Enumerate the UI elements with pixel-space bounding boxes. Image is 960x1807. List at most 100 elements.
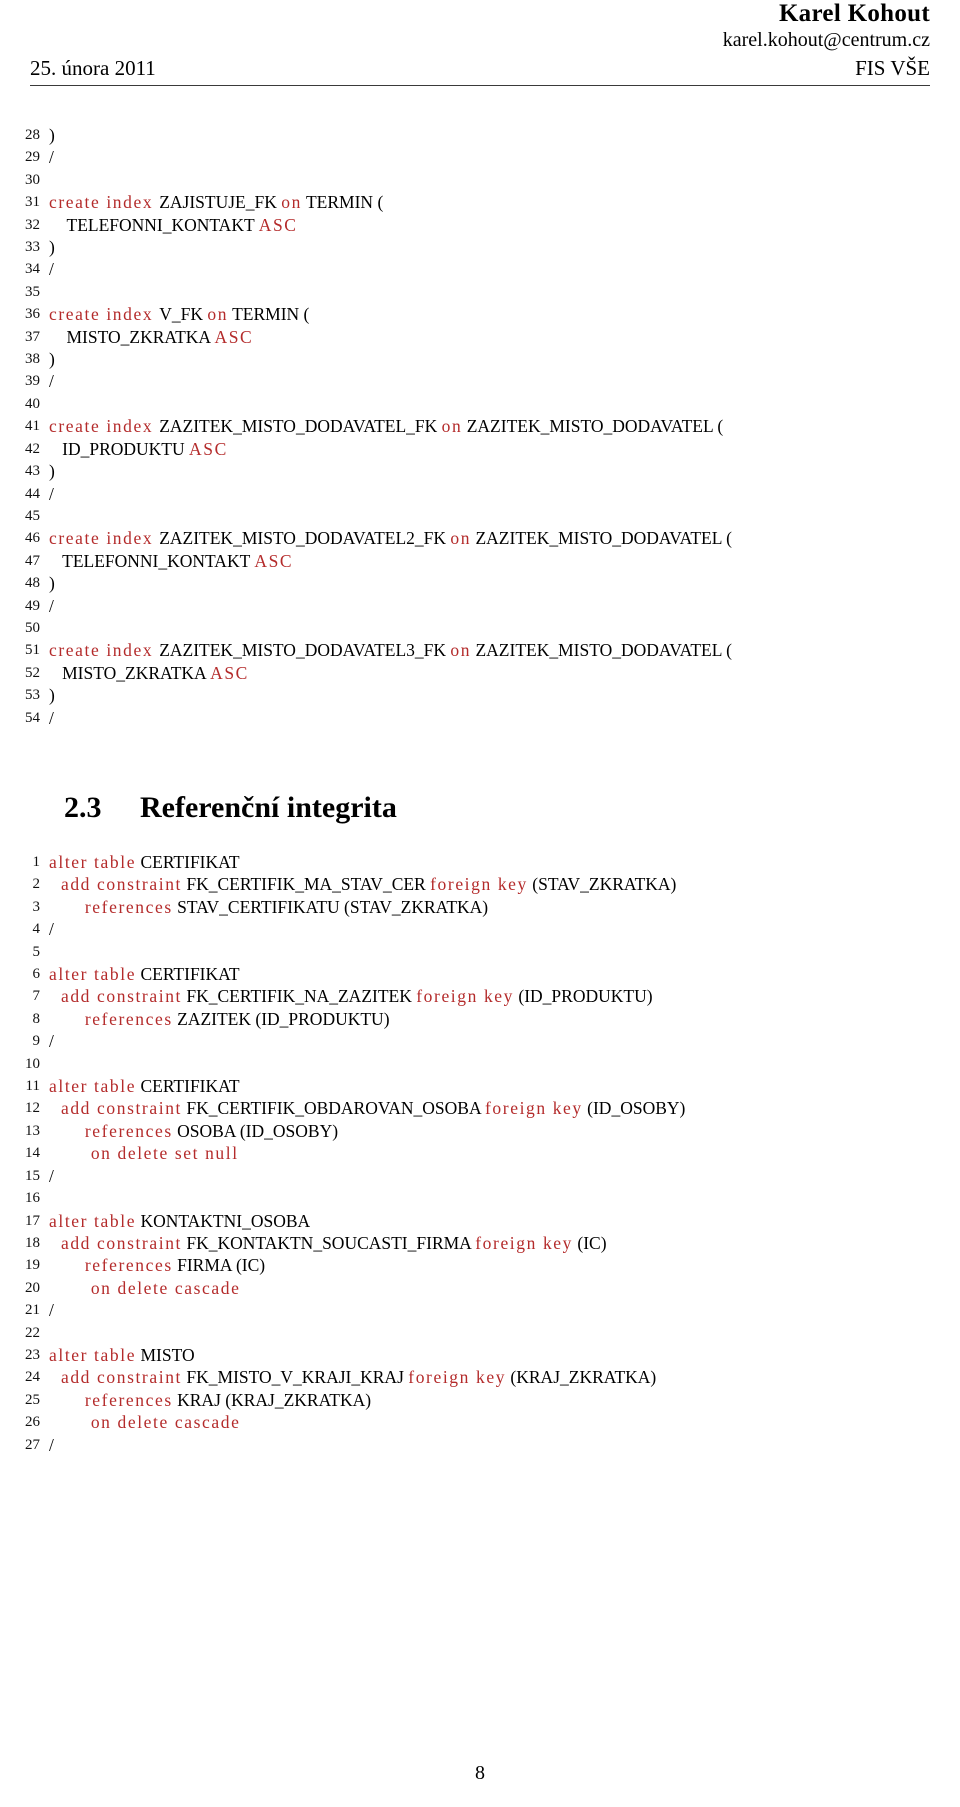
code-text: alter table CERTIFIKAT xyxy=(49,963,960,985)
code-text: ) xyxy=(49,460,960,482)
code-token-kw: foreign key xyxy=(475,1232,574,1253)
line-number: 53 xyxy=(25,687,40,704)
code-line: 29 / xyxy=(0,146,960,168)
code-line: 4/ xyxy=(0,918,960,940)
line-number: 17 xyxy=(25,1212,40,1229)
line-number: 8 xyxy=(32,1010,41,1027)
institution-name: FIS VŠE xyxy=(855,56,930,80)
line-number: 38 xyxy=(25,351,40,368)
line-number: 19 xyxy=(25,1257,40,1274)
line-number: 14 xyxy=(25,1145,40,1162)
code-token-kw: references xyxy=(49,1120,173,1141)
code-token-id: CERTIFIKAT xyxy=(136,1076,240,1097)
code-line: 22 xyxy=(0,1322,960,1344)
line-number: 22 xyxy=(25,1324,40,1341)
line-number: 46 xyxy=(25,530,40,547)
code-text: references KRAJ (KRAJ_ZKRATKA) xyxy=(49,1389,960,1411)
code-token-punc: / xyxy=(49,1434,54,1455)
page-footer: 8 xyxy=(0,1761,960,1785)
code-text: create index ZAZITEK_MISTO_DODAVATEL2_FK… xyxy=(49,527,960,549)
code-line: 3 references STAV_CERTIFIKATU (STAV_ZKRA… xyxy=(0,896,960,918)
code-line: 16 xyxy=(0,1187,960,1209)
code-token-kw: on xyxy=(281,192,302,213)
code-token-id: ZAZITEK_MISTO_DODAVATEL ( xyxy=(471,640,732,661)
section-title: Referenční integrita xyxy=(140,791,397,824)
code-line: 5 xyxy=(0,941,960,963)
code-line: 54 / xyxy=(0,707,960,729)
code-token-punc: ) xyxy=(49,237,55,258)
code-token-kw: ASC xyxy=(254,550,294,571)
line-number: 41 xyxy=(25,418,40,435)
code-text: add constraint FK_CERTIFIK_NA_ZAZITEK fo… xyxy=(49,985,960,1007)
code-text: / xyxy=(49,483,960,505)
line-number: 52 xyxy=(25,664,40,681)
code-line: 19 references FIRMA (IC) xyxy=(0,1254,960,1276)
line-number: 34 xyxy=(25,261,40,278)
code-text: create index ZAJISTUJE_FK on TERMIN ( xyxy=(49,191,960,213)
code-text: alter table MISTO xyxy=(49,1344,960,1366)
code-line: 42 ID_PRODUKTU ASC xyxy=(0,438,960,460)
code-token-id: (STAV_ZKRATKA) xyxy=(527,874,677,895)
code-line: 13 references OSOBA (ID_OSOBY) xyxy=(0,1120,960,1142)
code-token-punc: / xyxy=(49,595,54,616)
code-token-id: TELEFONNI_KONTAKT xyxy=(49,550,255,571)
document-date: 25. února 2011 xyxy=(30,56,156,80)
code-token-kw: on delete cascade xyxy=(49,1277,241,1298)
code-token-kw: add constraint xyxy=(49,874,183,895)
line-number: 12 xyxy=(25,1100,40,1117)
code-text: / xyxy=(49,1434,960,1456)
code-line: 7 add constraint FK_CERTIFIK_NA_ZAZITEK … xyxy=(0,985,960,1007)
code-line: 18 add constraint FK_KONTAKTN_SOUCASTI_F… xyxy=(0,1232,960,1254)
line-number: 25 xyxy=(25,1391,40,1408)
code-token-kw: references xyxy=(49,1389,173,1410)
code-line: 24 add constraint FK_MISTO_V_KRAJI_KRAJ … xyxy=(0,1366,960,1388)
line-number: 30 xyxy=(25,171,40,188)
code-token-kw: on xyxy=(450,640,472,661)
code-token-id: FK_MISTO_V_KRAJI_KRAJ xyxy=(182,1367,409,1388)
code-token-id: FIRMA (IC) xyxy=(172,1255,266,1276)
code-token-kw: on xyxy=(441,416,463,437)
code-text: ) xyxy=(49,348,960,370)
code-line: 33) xyxy=(0,236,960,258)
code-token-punc: ) xyxy=(49,573,55,594)
line-number: 36 xyxy=(25,306,40,323)
code-token-kw: alter table xyxy=(49,852,137,872)
line-number: 54 xyxy=(25,709,40,726)
line-number: 7 xyxy=(32,988,41,1005)
header-meta-row: 25. února 2011 FIS VŠE xyxy=(30,55,930,81)
code-text: / xyxy=(49,707,960,729)
code-token-punc: / xyxy=(49,483,54,504)
code-text: / xyxy=(49,146,960,168)
line-number: 15 xyxy=(25,1167,40,1184)
line-number: 28 xyxy=(25,127,40,143)
line-number: 20 xyxy=(25,1279,40,1296)
code-line: 53) xyxy=(0,684,960,706)
code-token-punc: / xyxy=(49,1031,54,1052)
code-text: / xyxy=(49,918,960,940)
code-token-kw: on xyxy=(207,304,229,325)
code-token-kw: references xyxy=(49,1255,173,1276)
line-number: 31 xyxy=(25,194,40,211)
code-text: create index ZAZITEK_MISTO_DODAVATEL_FK … xyxy=(49,415,960,437)
code-text: ID_PRODUKTU ASC xyxy=(49,438,960,460)
code-token-kw: references xyxy=(49,896,173,917)
line-number: 10 xyxy=(25,1055,40,1072)
line-number: 26 xyxy=(25,1414,40,1431)
code-text: / xyxy=(49,370,960,392)
code-text: TELEFONNI_KONTAKT ASC xyxy=(49,214,960,236)
code-token-kw: references xyxy=(49,1008,173,1029)
code-token-kw: ASC xyxy=(210,662,249,683)
code-line: 48) xyxy=(0,572,960,594)
code-text: references OSOBA (ID_OSOBY) xyxy=(49,1120,960,1142)
code-token-id: ZAZITEK_MISTO_DODAVATEL ( xyxy=(462,416,724,437)
line-number: 18 xyxy=(25,1234,40,1251)
code-text: TELEFONNI_KONTAKT ASC xyxy=(49,550,960,572)
code-token-id: ID_PRODUKTU xyxy=(49,438,189,459)
line-number: 27 xyxy=(25,1436,40,1453)
code-line: 17 alter table KONTAKTNI_OSOBA xyxy=(0,1210,960,1232)
